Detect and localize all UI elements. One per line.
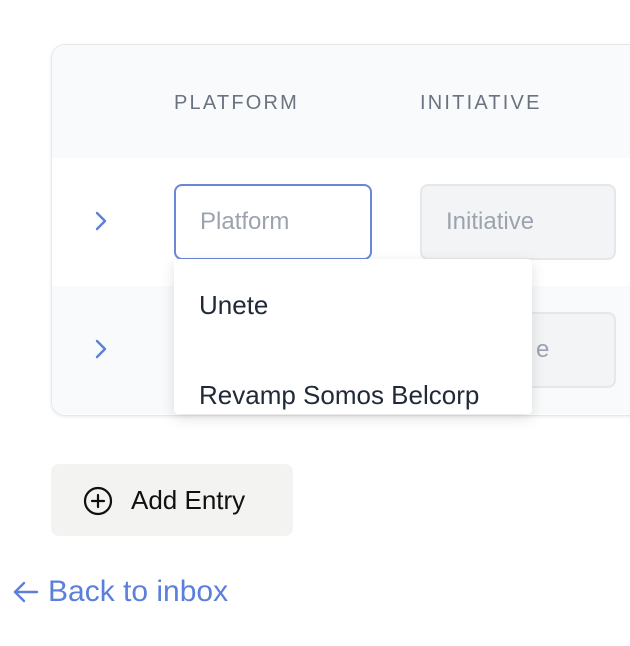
add-entry-button[interactable]: Add Entry (51, 464, 293, 536)
initiative-input[interactable]: Initiative (420, 184, 616, 260)
back-to-inbox-link[interactable]: Back to inbox (12, 575, 228, 609)
dropdown-option[interactable]: Revamp Somos Belcorp (199, 380, 479, 411)
plus-circle-icon (83, 486, 113, 516)
back-to-inbox-label: Back to inbox (48, 575, 229, 608)
arrow-left-icon (13, 581, 39, 603)
platform-dropdown-menu: Unete Revamp Somos Belcorp (174, 259, 532, 414)
chevron-right-icon[interactable] (90, 338, 112, 360)
add-entry-label: Add Entry (131, 485, 246, 515)
table-header: PLATFORM INITIATIVE (52, 45, 630, 158)
platform-input[interactable]: Platform (174, 184, 372, 260)
page: PLATFORM INITIATIVE Platform Initiative … (0, 0, 630, 646)
column-header-initiative: INITIATIVE (420, 92, 542, 114)
dropdown-option[interactable]: Unete (199, 290, 268, 321)
chevron-right-icon[interactable] (90, 210, 112, 232)
initiative-input-text-fragment: e (536, 336, 550, 363)
column-header-platform: PLATFORM (174, 92, 300, 114)
